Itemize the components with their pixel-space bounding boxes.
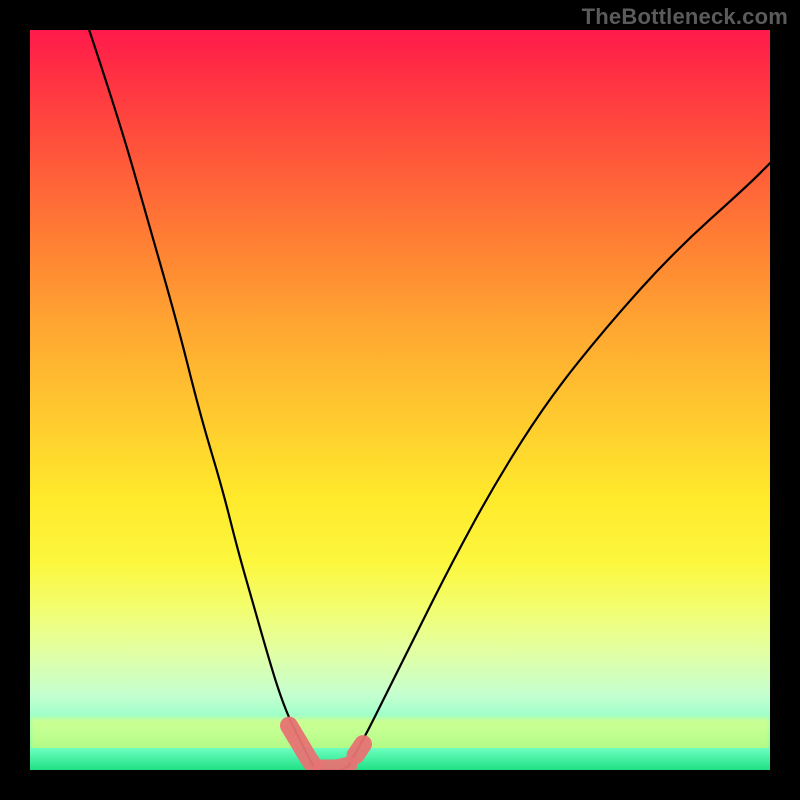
- highlight-floor-segment: [322, 766, 348, 769]
- left-curve: [89, 30, 313, 766]
- highlight-left-segment: [289, 726, 313, 766]
- chart-frame: TheBottleneck.com: [0, 0, 800, 800]
- curves-svg: [30, 30, 770, 770]
- watermark-text: TheBottleneck.com: [582, 4, 788, 30]
- highlight-right-segment: [356, 744, 363, 755]
- plot-area: [30, 30, 770, 770]
- right-curve: [348, 163, 770, 766]
